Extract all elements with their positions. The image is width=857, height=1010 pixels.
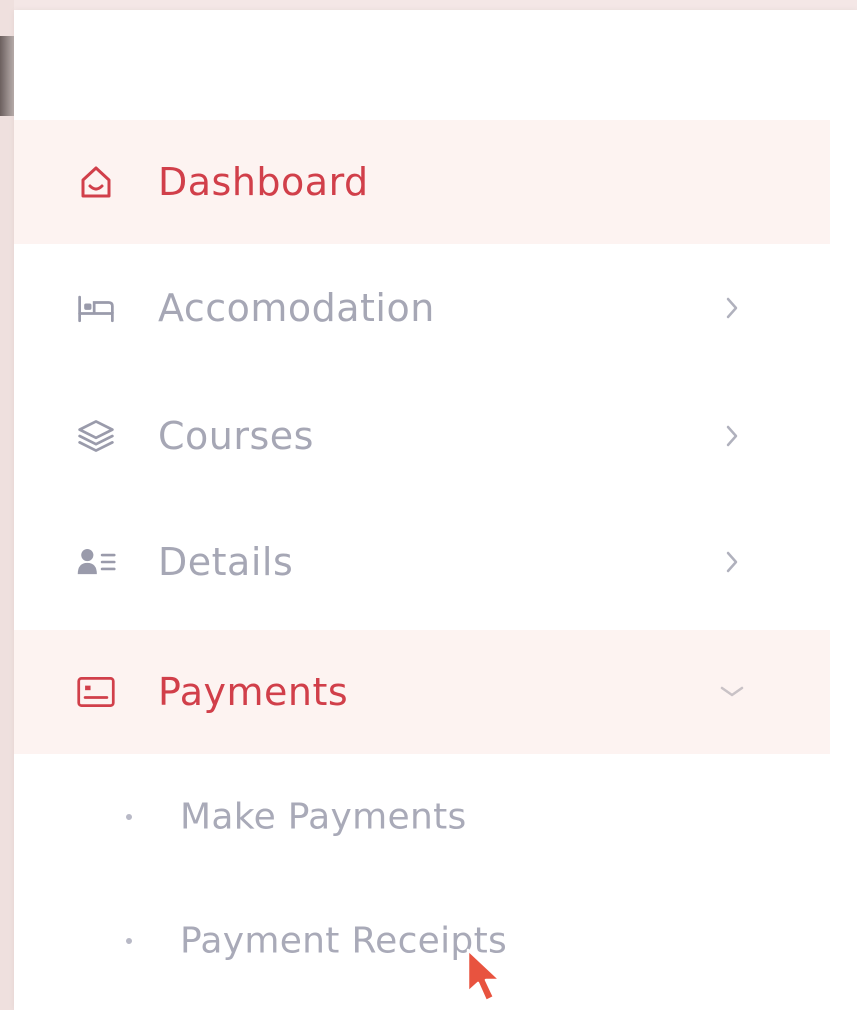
chevron-right-icon — [720, 293, 744, 323]
bullet-dot — [126, 938, 132, 944]
sidebar-item-label: Accomodation — [158, 286, 435, 330]
sidebar-item-label: Courses — [158, 414, 314, 458]
chevron-right-icon — [720, 421, 744, 451]
submenu-item-label: Payment Receipts — [180, 920, 508, 962]
submenu-item-payment-receipts[interactable]: Payment Receipts — [14, 886, 830, 996]
chevron-right-icon — [720, 547, 744, 577]
chevron-down-icon — [714, 677, 750, 707]
submenu-item-label: Make Payments — [180, 796, 467, 838]
sidebar-item-label: Details — [158, 540, 294, 584]
mouse-cursor-icon — [464, 948, 508, 1004]
background-shadow — [0, 36, 14, 116]
background-strip — [0, 0, 14, 1010]
submenu-item-make-payments[interactable]: Make Payments — [14, 762, 830, 872]
payments-icon — [76, 672, 116, 712]
bed-icon — [76, 288, 116, 328]
sidebar-item-label: Payments — [158, 670, 349, 714]
bullet-dot — [126, 814, 132, 820]
sidebar-item-label: Dashboard — [158, 160, 369, 204]
home-icon — [76, 162, 116, 202]
sidebar-item-accomodation[interactable]: Accomodation — [14, 246, 830, 370]
sidebar-item-details[interactable]: Details — [14, 500, 830, 624]
sidebar-item-payments[interactable]: Payments — [14, 630, 830, 754]
sidebar-item-dashboard[interactable]: Dashboard — [14, 120, 830, 244]
layers-icon — [76, 416, 116, 456]
user-details-icon — [76, 542, 116, 582]
sidebar-item-courses[interactable]: Courses — [14, 374, 830, 498]
